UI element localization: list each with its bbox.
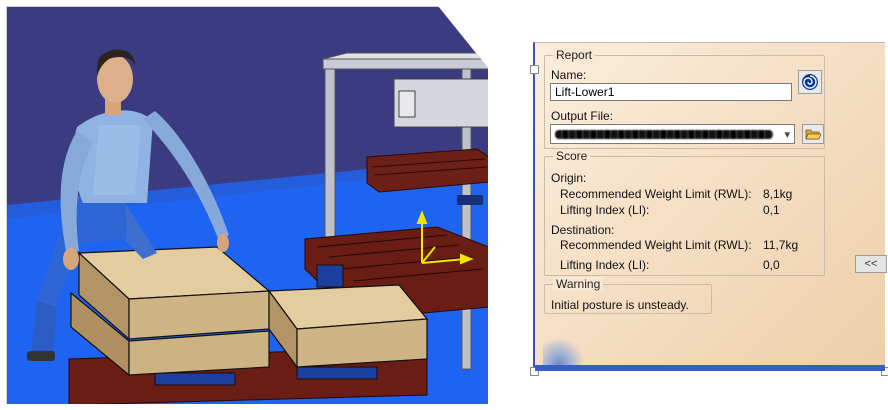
swirl-icon xyxy=(802,74,818,90)
score-group-title: Score xyxy=(553,149,591,163)
origin-li-label: Lifting Index (LI): xyxy=(560,203,650,217)
name-label: Name: xyxy=(551,68,587,82)
origin-rwl-value: 8,1kg xyxy=(763,187,793,201)
destination-rwl-label: Recommended Weight Limit (RWL): xyxy=(560,238,752,252)
resize-handle[interactable] xyxy=(530,65,539,74)
destination-li-value: 0,0 xyxy=(763,258,780,272)
app-glow-decoration xyxy=(543,339,583,365)
name-input[interactable] xyxy=(550,83,792,101)
browse-button[interactable] xyxy=(802,124,824,144)
origin-label: Origin: xyxy=(551,171,587,185)
chevron-down-icon[interactable]: ▾ xyxy=(784,128,790,141)
origin-rwl-label: Recommended Weight Limit (RWL): xyxy=(560,187,752,201)
lift-lower-dialog: Report Name: Output File: ▾ Score Origin… xyxy=(530,42,888,376)
origin-li-value: 0,1 xyxy=(763,203,780,217)
open-folder-icon xyxy=(805,129,821,140)
destination-li-label: Lifting Index (LI): xyxy=(560,258,650,272)
destination-rwl-value: 11,7kg xyxy=(763,238,799,252)
report-group-title: Report xyxy=(553,48,596,62)
scene-viewport[interactable] xyxy=(6,6,488,404)
destination-label: Destination: xyxy=(551,223,615,237)
warning-group-title: Warning xyxy=(553,277,604,291)
dialog-bottom-bar xyxy=(535,365,885,371)
redacted-path xyxy=(555,130,773,139)
output-file-label: Output File: xyxy=(551,109,614,123)
collapse-button[interactable]: << xyxy=(855,255,887,273)
warning-message: Initial posture is unsteady. xyxy=(551,298,689,312)
output-file-combo[interactable]: ▾ xyxy=(550,124,795,144)
analysis-button[interactable] xyxy=(798,70,822,94)
